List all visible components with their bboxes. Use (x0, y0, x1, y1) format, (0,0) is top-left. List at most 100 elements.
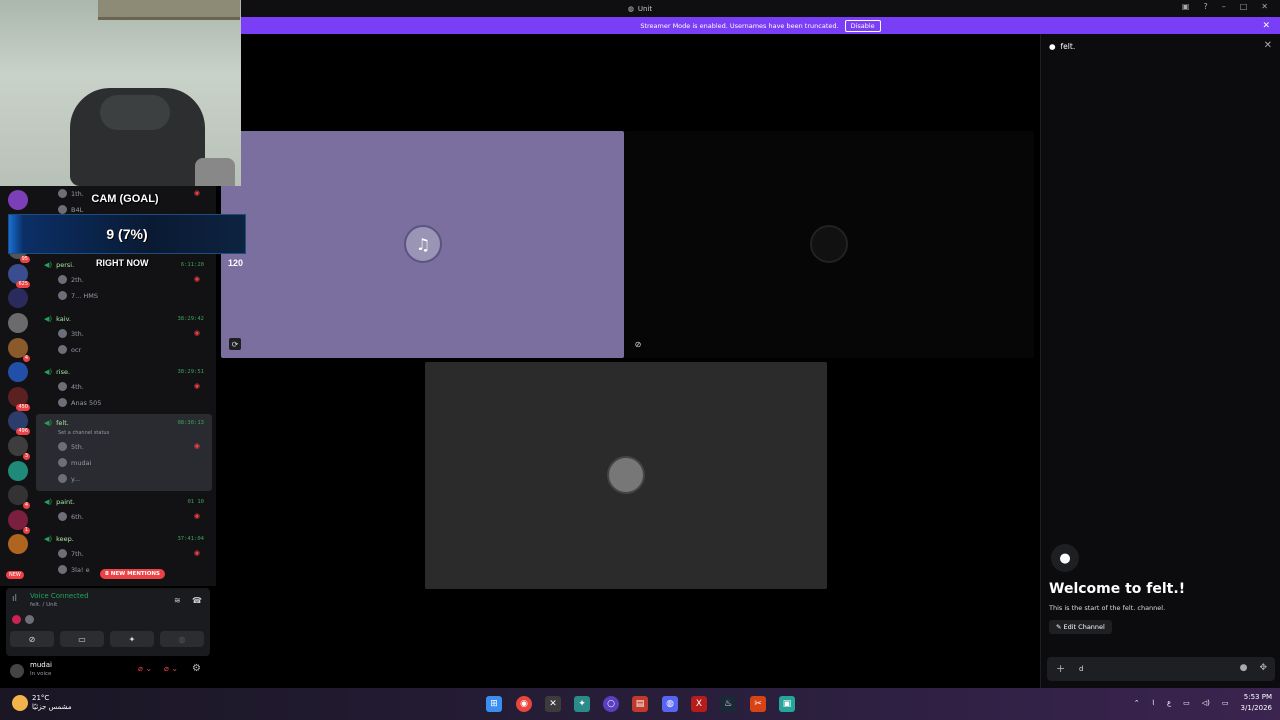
camera-button[interactable]: ⊘ (10, 631, 54, 647)
live-icon: ◉ (193, 275, 200, 283)
server-icon[interactable]: 450 (8, 386, 30, 411)
server-icon[interactable] (8, 288, 28, 309)
app-icon[interactable]: ▣ (779, 696, 795, 712)
voice-connected-panel: ıl Voice Connected felt. / Unit ≋ ☎ ⊘ ▭ … (6, 588, 210, 656)
voice-connected-title[interactable]: Voice Connected (30, 592, 89, 600)
voice-user[interactable]: 3th. (58, 329, 84, 338)
participant-avatar (12, 615, 21, 624)
screen-share-button[interactable]: ▭ (60, 631, 104, 647)
server-icon[interactable] (8, 534, 28, 555)
maximize-button[interactable]: □ (1240, 2, 1248, 11)
voice-user-name: 7th. (71, 549, 84, 558)
attach-icon[interactable]: + (1056, 662, 1065, 675)
inbox-icon[interactable]: ▣ (1182, 2, 1190, 11)
chevron-up-icon[interactable]: ⌃ (1134, 699, 1140, 707)
app-icon[interactable]: ✂ (750, 696, 766, 712)
activities-button[interactable]: ✦ (110, 631, 154, 647)
discord-icon: ◍ (627, 4, 634, 13)
voice-user[interactable]: 4th. (58, 382, 84, 391)
channel-name: persi. (56, 261, 75, 269)
banner-close-icon[interactable]: ✕ (1262, 21, 1270, 31)
network-icon[interactable]: ▭ (1183, 699, 1190, 707)
voice-user[interactable]: 7... HMS (58, 291, 98, 300)
chat-close-icon[interactable]: ✕ (1264, 40, 1272, 51)
app-icon[interactable]: X (691, 696, 707, 712)
participant-tile-2[interactable]: ⊘ (624, 131, 1034, 358)
live-icon: ◉ (193, 512, 200, 520)
voice-channel[interactable]: ◀) felt. 08:30:13 Set a channel status 5th. ◉… (36, 414, 212, 491)
live-icon: ◉ (193, 382, 200, 390)
chrome-icon[interactable]: ◉ (516, 696, 532, 712)
server-icon[interactable]: 4 (8, 337, 30, 362)
voice-user[interactable]: mudai (58, 458, 91, 467)
mute-icon[interactable]: ⌀ ⌄ (138, 664, 152, 673)
steam-icon[interactable]: ♨ (720, 696, 736, 712)
weather-text: مشمس جزئيًا (32, 703, 72, 711)
username[interactable]: mudai (30, 661, 52, 669)
server-icon[interactable] (8, 313, 28, 333)
user-avatar[interactable] (10, 664, 24, 678)
weather-widget[interactable]: 21°C مشمس جزئيًا (12, 694, 72, 712)
deafen-icon[interactable]: ⌀ ⌄ (164, 664, 178, 673)
discord-taskbar-icon[interactable]: ◍ (662, 696, 678, 712)
new-mentions-pill[interactable]: 8 NEW MENTIONS (100, 569, 165, 579)
noise-suppression-icon[interactable]: ≋ (174, 596, 181, 605)
voice-user[interactable]: 6th. (58, 512, 84, 521)
voice-user[interactable]: 3la! e (58, 565, 90, 574)
voice-user[interactable]: 2th. (58, 275, 84, 284)
soundboard-button[interactable]: ◍ (160, 631, 204, 647)
language-indicator[interactable]: ع (1167, 699, 1171, 707)
message-input[interactable]: + d ● ✥ (1047, 657, 1275, 681)
disconnect-icon[interactable]: ☎ (192, 596, 202, 605)
app-icon[interactable]: ▤ (632, 696, 648, 712)
voice-user[interactable]: 5th. (58, 442, 84, 451)
disable-button[interactable]: Disable (844, 19, 881, 32)
stream-icon[interactable]: ⟳ (229, 338, 241, 350)
voice-user[interactable]: Anas 505 (58, 398, 101, 407)
live-icon: ◉ (193, 329, 200, 337)
battery-icon[interactable]: ▭ (1222, 699, 1229, 707)
clock-time: 5:53 PM (1243, 693, 1272, 701)
app-icon[interactable]: ○ (603, 696, 619, 712)
minimize-button[interactable]: – (1222, 2, 1226, 11)
mic-icon[interactable]: ⌇ (1152, 699, 1155, 707)
voice-channel[interactable]: ◀) rise. 38:29:51 4th. ◉ Anas 505 (36, 363, 212, 415)
channel-status[interactable]: Set a channel status (58, 430, 109, 436)
server-icon[interactable]: 1 (8, 509, 30, 534)
participant-tile-1[interactable]: ♫ ⟳ (221, 131, 624, 358)
clock[interactable]: 5:53 PM 3/1/2026 (1241, 692, 1272, 714)
emoji-icon[interactable]: ● (1240, 663, 1248, 673)
live-icon: ◉ (193, 549, 200, 557)
signal-icon: ıl (12, 594, 18, 604)
thread-icon: ● (1049, 42, 1056, 51)
message-input-value[interactable]: d (1079, 665, 1083, 673)
voice-user[interactable]: ocr (58, 345, 81, 354)
start-icon[interactable]: ⊞ (486, 696, 502, 712)
voice-connected-subtitle: felt. / Unit (30, 602, 58, 608)
app-icon[interactable]: ✦ (574, 696, 590, 712)
voice-channel[interactable]: ◀) paint. 01 10 6th. ◉ (36, 493, 212, 529)
participant-tile-3[interactable] (425, 362, 827, 589)
server-icon[interactable]: 625 (8, 263, 30, 288)
help-icon[interactable]: ? (1203, 2, 1207, 11)
server-icon[interactable] (8, 190, 28, 210)
terminal-icon[interactable]: ✕ (545, 696, 561, 712)
server-icon[interactable]: 4 (8, 485, 30, 510)
edit-channel-button[interactable]: ✎ Edit Channel (1049, 620, 1112, 634)
voice-user[interactable]: y... (58, 474, 80, 483)
server-icon[interactable] (8, 362, 28, 383)
avatar: ♫ (404, 225, 442, 263)
channel-timer: 38:29:51 (177, 369, 205, 375)
apps-icon[interactable]: ✥ (1259, 663, 1267, 673)
voice-user-name: ocr (71, 345, 82, 354)
server-icon[interactable]: 496 (8, 411, 30, 436)
user-status: In voice (30, 671, 52, 677)
volume-icon[interactable]: ◁) (1202, 699, 1210, 707)
voice-user[interactable]: 7th. (58, 549, 84, 558)
settings-icon[interactable]: ⚙ (192, 663, 201, 674)
voice-channel[interactable]: ◀) kaiv. 38:29:42 3th. ◉ ocr (36, 310, 212, 362)
server-icon[interactable] (8, 460, 28, 481)
avatar (810, 225, 848, 263)
close-button[interactable]: ✕ (1261, 2, 1268, 11)
server-icon[interactable]: 3 (8, 436, 30, 460)
